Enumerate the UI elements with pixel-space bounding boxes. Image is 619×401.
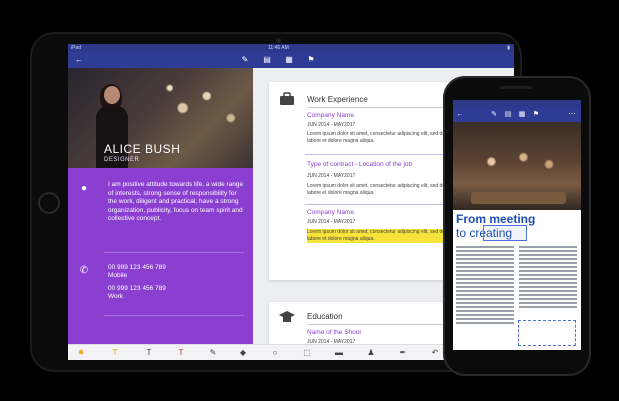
signature-pen-icon[interactable]: ✒	[398, 348, 408, 358]
underline-text-icon[interactable]: T	[144, 348, 154, 358]
battery-icon: ▮	[507, 45, 510, 51]
resume-role: DESIGNER	[104, 157, 140, 163]
bookmark-icon[interactable]: ⚑	[531, 110, 541, 120]
highlight-text-icon[interactable]: T	[110, 348, 120, 358]
sun-icon[interactable]: ✹	[76, 348, 86, 358]
briefcase-icon	[280, 92, 294, 105]
back-arrow-icon[interactable]: ←	[455, 110, 465, 120]
home-button[interactable]	[38, 192, 60, 214]
meeting-photo	[453, 122, 581, 210]
annotation-box[interactable]	[518, 320, 576, 346]
front-camera	[276, 38, 281, 43]
undo-icon[interactable]: ↶	[430, 348, 440, 358]
pencil-icon[interactable]: ✎	[208, 348, 218, 358]
phone-mobile: 00 999 123 456 789	[108, 264, 166, 271]
education-section-title: Education	[307, 312, 343, 321]
text-selection-box[interactable]	[483, 225, 527, 241]
job3-title: Company Name	[307, 209, 354, 216]
article-body-column	[456, 246, 514, 326]
work-section-title: Work Experience	[307, 95, 368, 104]
sidebar-divider	[104, 252, 244, 253]
reader-view-icon[interactable]: ▤	[262, 55, 272, 65]
earpiece-speaker	[500, 86, 532, 89]
article-body-column-2	[519, 246, 577, 310]
phone-work-label: Work	[108, 293, 124, 300]
iphone-toolbar: ← ✎ ▤ ▦ ⚑ ⋯	[453, 108, 581, 122]
reader-view-icon[interactable]: ▤	[503, 110, 513, 120]
iphone-status-bar	[453, 100, 581, 108]
device-label: iPad	[71, 45, 82, 51]
job2-date: JUN 2014 - MAY2017	[307, 173, 356, 179]
heading-to-word: to	[456, 226, 467, 240]
strikethrough-text-icon[interactable]: T	[176, 348, 186, 358]
phone-icon: ✆	[79, 265, 89, 276]
school-name: Name of the Shool	[307, 329, 361, 336]
more-icon[interactable]: ⋯	[567, 110, 577, 120]
person-icon: ●	[80, 183, 88, 194]
bookmark-icon[interactable]: ⚑	[306, 55, 316, 65]
phone-mobile-label: Mobile	[108, 272, 128, 279]
shape-icon[interactable]: ○	[270, 348, 280, 358]
comment-icon[interactable]: ▬	[334, 348, 344, 358]
sidebar-divider-2	[104, 315, 244, 316]
job1-title: Company Name	[307, 112, 354, 119]
pen-icon[interactable]: ✎	[240, 55, 250, 65]
back-arrow-icon[interactable]: ←	[74, 55, 84, 65]
meeting-table	[471, 192, 566, 204]
status-bar: iPad 11:46 AM ▮	[68, 44, 514, 52]
job2-title: Type of contract - Location of the job	[307, 161, 413, 168]
iphone-screen: ← ✎ ▤ ▦ ⚑ ⋯ From meeting to creating	[453, 100, 581, 350]
graduation-cap-icon	[279, 311, 295, 322]
stamp-icon[interactable]: ♟	[366, 348, 376, 358]
resume-name: ALICE BUSH	[104, 142, 181, 156]
article-heading-line1: From meeting	[456, 212, 536, 226]
phone-work: 00 999 123 456 789	[108, 285, 166, 292]
job3-date: JUN 2014 - MAY2017	[307, 219, 356, 225]
grid-icon[interactable]: ▦	[284, 55, 294, 65]
eraser-icon[interactable]: ◆	[238, 348, 248, 358]
pen-icon[interactable]: ✎	[489, 110, 499, 120]
top-toolbar: ← ✎ ▤ ▦ ⚑	[68, 52, 514, 68]
iphone-device: ← ✎ ▤ ▦ ⚑ ⋯ From meeting to creating	[443, 76, 591, 376]
profile-photo: ALICE BUSH DESIGNER	[68, 68, 253, 168]
selection-icon[interactable]: ⬚	[302, 348, 312, 358]
about-text: I am positive attitude towards life, a w…	[108, 181, 244, 222]
resume-sidebar: ALICE BUSH DESIGNER ● I am positive atti…	[68, 68, 253, 344]
status-time: 11:46 AM	[268, 45, 289, 51]
grid-icon[interactable]: ▦	[517, 110, 527, 120]
job1-date: JUN 2014 - MAY2017	[307, 122, 356, 128]
